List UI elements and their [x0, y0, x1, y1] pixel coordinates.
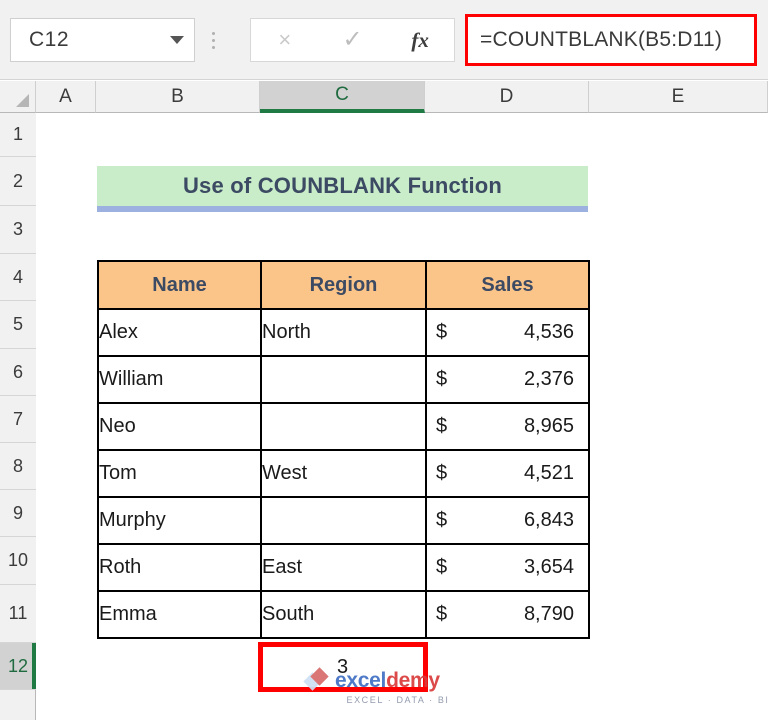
column-header-sales: Sales [425, 260, 590, 310]
row-header-9[interactable]: 9 [0, 490, 36, 537]
excel-worksheet-screenshot: C12 × ✓ fx =COUNTBLANK(B5:D11) A B C D E [0, 0, 768, 720]
row-header-3[interactable]: 3 [0, 206, 36, 254]
currency-symbol: $ [436, 462, 448, 484]
cell-region[interactable] [260, 402, 427, 451]
column-header-name: Name [97, 260, 262, 310]
grip-dot [211, 45, 215, 49]
formula-bar-strip: C12 × ✓ fx =COUNTBLANK(B5:D11) [0, 0, 768, 80]
grip-dot [211, 38, 215, 42]
sales-amount: 2,376 [523, 368, 574, 390]
result-cell-c12[interactable]: 3 [260, 644, 425, 690]
table-row[interactable]: Murphy $ 6,843 [97, 496, 590, 545]
row-header-12[interactable]: 12 [0, 643, 36, 690]
column-header-d[interactable]: D [425, 81, 589, 113]
row-header-6[interactable]: 6 [0, 349, 36, 396]
formula-input[interactable]: =COUNTBLANK(B5:D11) [468, 17, 754, 63]
column-header-region: Region [260, 260, 427, 310]
row-header-1[interactable]: 1 [0, 113, 36, 157]
cell-region[interactable] [260, 496, 427, 545]
column-header-b[interactable]: B [96, 81, 260, 113]
sales-amount: 3,654 [523, 556, 574, 578]
table-row[interactable]: Neo $ 8,965 [97, 402, 590, 451]
grip-dot [211, 31, 215, 35]
cancel-icon[interactable]: × [251, 29, 319, 51]
currency-symbol: $ [436, 556, 448, 578]
cell-sales[interactable]: $ 3,654 [425, 543, 590, 592]
row-header-10[interactable]: 10 [0, 537, 36, 585]
table-row[interactable]: Alex North $ 4,536 [97, 308, 590, 357]
name-box-value: C12 [29, 28, 70, 51]
row-header-7[interactable]: 7 [0, 396, 36, 443]
cell-name[interactable]: Murphy [97, 496, 262, 545]
table-row[interactable]: Emma South $ 8,790 [97, 590, 590, 639]
worksheet-title-text: Use of COUNBLANK Function [182, 173, 503, 198]
sales-amount: 4,521 [523, 462, 574, 484]
formula-bar-grip-handle[interactable] [206, 26, 220, 54]
cell-sales[interactable]: $ 8,790 [425, 590, 590, 639]
column-header-c[interactable]: C [260, 81, 425, 113]
cell-name[interactable]: Alex [97, 308, 262, 357]
sales-amount: 4,536 [523, 321, 574, 343]
row-header-2[interactable]: 2 [0, 157, 36, 206]
column-header-row: A B C D E [0, 81, 768, 113]
select-all-triangle-icon [16, 94, 29, 107]
cell-sales[interactable]: $ 2,376 [425, 355, 590, 404]
cell-sales[interactable]: $ 6,843 [425, 496, 590, 545]
result-value: 3 [336, 655, 349, 678]
currency-symbol: $ [436, 509, 448, 531]
table-header-row: Name Region Sales [97, 260, 590, 310]
cell-sales[interactable]: $ 4,521 [425, 449, 590, 498]
formula-bar-controls: × ✓ fx [250, 18, 455, 62]
currency-symbol: $ [436, 415, 448, 437]
confirm-check-icon[interactable]: ✓ [319, 28, 387, 52]
cell-name[interactable]: Tom [97, 449, 262, 498]
worksheet-title-banner: Use of COUNBLANK Function [97, 166, 588, 212]
cell-region[interactable]: West [260, 449, 427, 498]
sales-amount: 6,843 [523, 509, 574, 531]
currency-symbol: $ [436, 368, 448, 390]
currency-symbol: $ [436, 603, 448, 625]
table-row[interactable]: William $ 2,376 [97, 355, 590, 404]
column-header-e[interactable]: E [589, 81, 768, 113]
formula-input-highlight-box: =COUNTBLANK(B5:D11) [465, 14, 757, 66]
row-header-8[interactable]: 8 [0, 443, 36, 490]
currency-symbol: $ [436, 321, 448, 343]
cell-region[interactable] [260, 355, 427, 404]
row-header-11[interactable]: 11 [0, 585, 36, 643]
select-all-button[interactable] [0, 81, 36, 113]
cell-region[interactable]: South [260, 590, 427, 639]
cell-name[interactable]: Emma [97, 590, 262, 639]
name-box[interactable]: C12 [10, 18, 195, 62]
cell-name[interactable]: Roth [97, 543, 262, 592]
column-header-a[interactable]: A [36, 81, 96, 113]
sales-amount: 8,965 [523, 415, 574, 437]
sales-data-table: Name Region Sales Alex North $ 4,536 Wil… [97, 260, 590, 639]
cell-name[interactable]: William [97, 355, 262, 404]
chevron-down-icon [170, 36, 184, 44]
table-row[interactable]: Roth East $ 3,654 [97, 543, 590, 592]
cell-region[interactable]: East [260, 543, 427, 592]
row-header-column: 1 2 3 4 5 6 7 8 9 10 11 12 [0, 113, 36, 720]
insert-function-icon[interactable]: fx [386, 29, 454, 51]
cell-name[interactable]: Neo [97, 402, 262, 451]
row-header-5[interactable]: 5 [0, 301, 36, 349]
row-header-4[interactable]: 4 [0, 254, 36, 301]
cell-sales[interactable]: $ 8,965 [425, 402, 590, 451]
cell-region[interactable]: North [260, 308, 427, 357]
sales-amount: 8,790 [523, 603, 574, 625]
name-box-dropdown-button[interactable] [160, 36, 194, 44]
cell-sales[interactable]: $ 4,536 [425, 308, 590, 357]
table-row[interactable]: Tom West $ 4,521 [97, 449, 590, 498]
